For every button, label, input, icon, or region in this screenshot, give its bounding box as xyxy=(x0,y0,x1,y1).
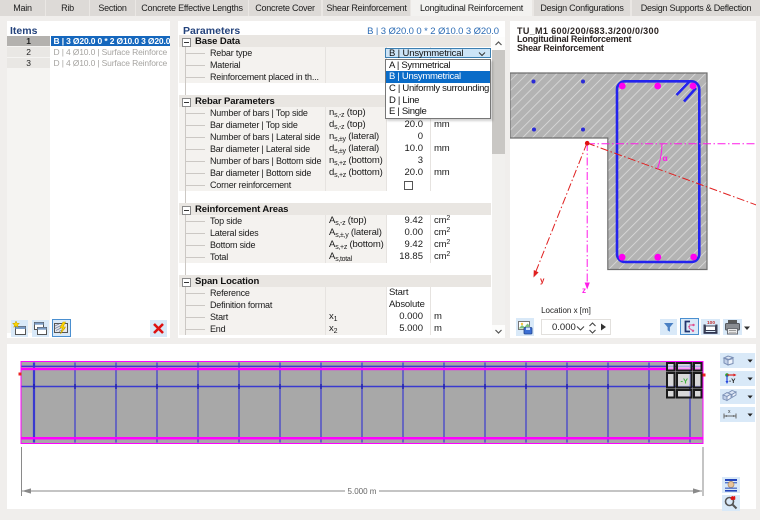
svg-text:z: z xyxy=(582,286,586,295)
svg-text:-Y: -Y xyxy=(729,378,736,385)
svg-text:5.000 m: 5.000 m xyxy=(348,487,377,496)
svg-text:100: 100 xyxy=(707,320,715,326)
svg-text:x: x xyxy=(728,409,731,415)
svg-text:α: α xyxy=(663,153,669,163)
svg-text:y: y xyxy=(540,276,545,285)
svg-text:-Y: -Y xyxy=(681,377,689,386)
